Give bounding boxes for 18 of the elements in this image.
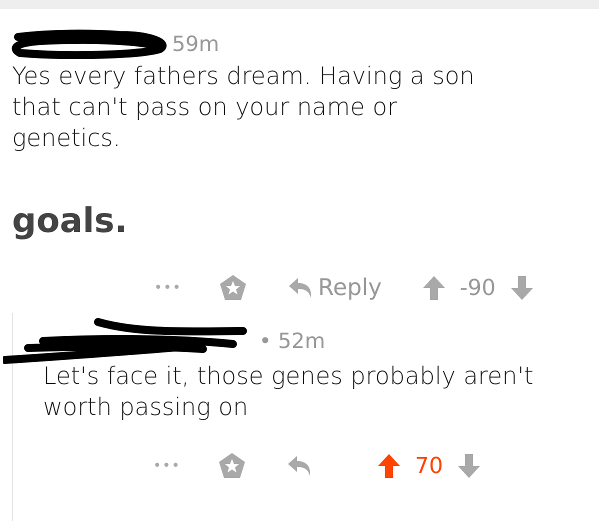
save-star-icon[interactable] xyxy=(218,273,248,303)
downvote-arrow-icon[interactable] xyxy=(457,453,481,479)
vote-score: -90 xyxy=(460,276,496,300)
comment-text: goals. xyxy=(12,206,128,237)
reply-arrow-icon xyxy=(287,455,313,477)
upvote-arrow-icon[interactable] xyxy=(422,275,446,301)
comment-text: Let's face it, those genes probably aren't worth passing on xyxy=(43,361,534,423)
comment-time: 59m xyxy=(172,32,220,56)
upvote-arrow-icon[interactable] xyxy=(377,453,401,479)
save-star-icon[interactable] xyxy=(217,451,247,481)
more-button[interactable]: ••• xyxy=(154,280,218,296)
downvote-arrow-icon[interactable] xyxy=(510,275,534,301)
reply-arrow-icon xyxy=(288,277,314,299)
reply-button[interactable]: Reply xyxy=(288,275,382,301)
comment-time: • 52m xyxy=(259,329,326,353)
more-button[interactable]: ••• xyxy=(153,458,217,474)
vote-score: 70 xyxy=(415,454,443,478)
comment-text: Yes every fathers dream. Having a son that can't pass on your name or genetics. xyxy=(12,61,476,154)
